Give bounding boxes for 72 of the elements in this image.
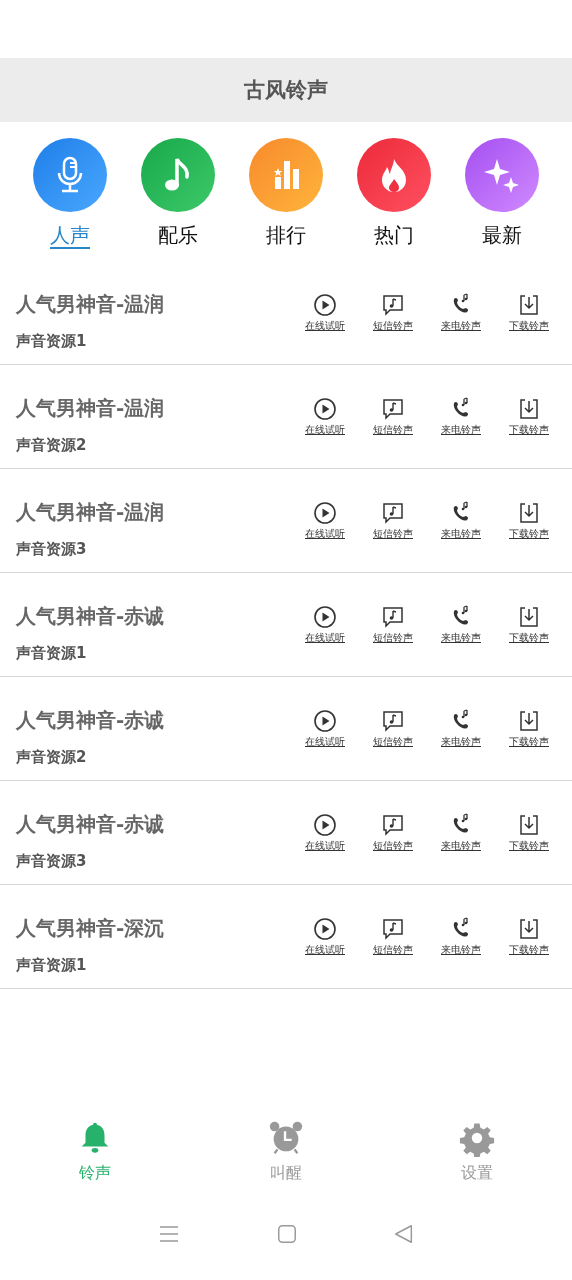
category-tab[interactable]: 排行 xyxy=(241,138,331,249)
message-note-icon[interactable] xyxy=(381,813,405,837)
category-tab[interactable]: 配乐 xyxy=(133,138,223,249)
action-link[interactable]: 来电铃声 xyxy=(441,735,481,749)
play-icon[interactable] xyxy=(313,501,337,525)
play-icon[interactable] xyxy=(313,709,337,733)
action-link[interactable]: 下载铃声 xyxy=(509,631,549,645)
action-link[interactable]: 来电铃声 xyxy=(441,839,481,853)
action-link[interactable]: 来电铃声 xyxy=(441,943,481,957)
action-link[interactable]: 在线试听 xyxy=(305,943,345,957)
action-link[interactable]: 下载铃声 xyxy=(509,527,549,541)
message-note-icon[interactable] xyxy=(381,397,405,421)
ringtone-title: 人气男神音-赤诚 xyxy=(16,811,165,838)
back-icon[interactable] xyxy=(392,1223,415,1245)
action-link[interactable]: 短信铃声 xyxy=(373,943,413,957)
ringtone-source: 声音资源3 xyxy=(16,852,88,871)
action-link[interactable]: 下载铃声 xyxy=(509,319,549,333)
download-icon[interactable] xyxy=(517,501,541,525)
message-note-icon[interactable] xyxy=(381,917,405,941)
action-link[interactable]: 短信铃声 xyxy=(373,631,413,645)
action-link[interactable]: 短信铃声 xyxy=(373,423,413,437)
ringtone-title: 人气男神音-温润 xyxy=(16,291,165,318)
action-link[interactable]: 短信铃声 xyxy=(373,735,413,749)
message-note-icon[interactable] xyxy=(381,709,405,733)
action-link[interactable]: 来电铃声 xyxy=(441,423,481,437)
play-icon[interactable] xyxy=(313,397,337,421)
page-title: 古风铃声 xyxy=(244,77,328,104)
action-link[interactable]: 短信铃声 xyxy=(373,839,413,853)
download-icon[interactable] xyxy=(517,709,541,733)
ringtone-source: 声音资源2 xyxy=(16,748,88,767)
action-link[interactable]: 短信铃声 xyxy=(373,527,413,541)
ringtone-title: 人气男神音-温润 xyxy=(16,395,165,422)
message-note-icon[interactable] xyxy=(381,293,405,317)
download-icon[interactable] xyxy=(517,917,541,941)
action-link[interactable]: 在线试听 xyxy=(305,423,345,437)
alarm-clock-icon xyxy=(267,1119,305,1157)
download-icon[interactable] xyxy=(517,397,541,421)
play-icon[interactable] xyxy=(313,813,337,837)
ringtone-source: 声音资源1 xyxy=(16,956,88,975)
action-link[interactable]: 来电铃声 xyxy=(441,631,481,645)
message-note-icon[interactable] xyxy=(381,501,405,525)
category-tab[interactable]: 人声 xyxy=(25,138,115,249)
play-icon[interactable] xyxy=(313,605,337,629)
ringtone-source: 声音资源3 xyxy=(16,540,88,559)
action-link[interactable]: 在线试听 xyxy=(305,631,345,645)
category-tab[interactable]: 最新 xyxy=(457,138,547,249)
home-icon[interactable] xyxy=(276,1223,298,1245)
action-link[interactable]: 在线试听 xyxy=(305,527,345,541)
action-link[interactable]: 短信铃声 xyxy=(373,319,413,333)
ringtone-title: 人气男神音-赤诚 xyxy=(16,603,165,630)
download-icon[interactable] xyxy=(517,293,541,317)
action-link[interactable]: 下载铃声 xyxy=(509,943,549,957)
download-icon[interactable] xyxy=(517,605,541,629)
action-link[interactable]: 下载铃声 xyxy=(509,423,549,437)
download-icon[interactable] xyxy=(517,813,541,837)
ringtone-title: 人气男神音-温润 xyxy=(16,499,165,526)
action-link[interactable]: 在线试听 xyxy=(305,839,345,853)
ringtone-title: 人气男神音-赤诚 xyxy=(16,707,165,734)
ringtone-source: 声音资源2 xyxy=(16,436,88,455)
action-link[interactable]: 下载铃声 xyxy=(509,735,549,749)
action-link[interactable]: 来电铃声 xyxy=(441,527,481,541)
action-link[interactable]: 在线试听 xyxy=(305,735,345,749)
play-icon[interactable] xyxy=(313,293,337,317)
play-icon[interactable] xyxy=(313,917,337,941)
ringtone-title: 人气男神音-深沉 xyxy=(16,915,165,942)
message-note-icon[interactable] xyxy=(381,605,405,629)
ringtone-source: 声音资源1 xyxy=(16,644,88,663)
ringtone-source: 声音资源1 xyxy=(16,332,88,351)
action-link[interactable]: 下载铃声 xyxy=(509,839,549,853)
action-link[interactable]: 在线试听 xyxy=(305,319,345,333)
action-link[interactable]: 来电铃声 xyxy=(441,319,481,333)
category-tab[interactable]: 热门 xyxy=(349,138,439,249)
